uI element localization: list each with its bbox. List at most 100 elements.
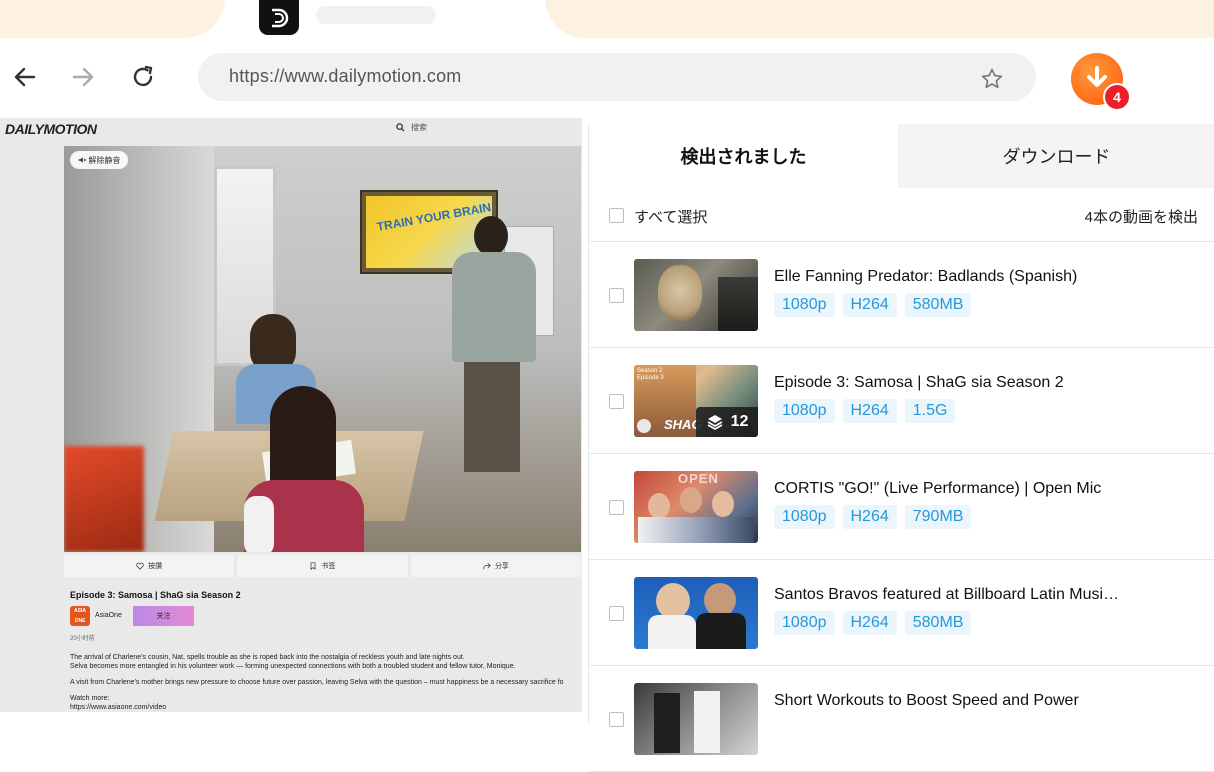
resolution-tag: 1080p <box>774 611 835 635</box>
size-tag: 580MB <box>904 611 972 635</box>
description-line: Selva becomes more entangled in his volu… <box>70 663 516 670</box>
bookmark-star-icon[interactable] <box>980 67 1004 91</box>
video-tags: 1080p H264 580MB <box>774 293 972 317</box>
playlist-count: 12 <box>730 413 749 430</box>
video-tags: 1080p H264 790MB <box>774 505 972 529</box>
forward-button[interactable] <box>68 62 98 92</box>
channel-avatar[interactable]: ASIA ONE <box>70 606 90 626</box>
size-tag: 790MB <box>904 505 972 529</box>
playlist-badge: 12 <box>696 407 758 437</box>
tab-strip <box>0 0 1214 38</box>
site-logo[interactable]: DAILYMOTION <box>5 121 97 137</box>
select-all-row: すべて選択 4本の動画を検出 <box>589 188 1214 242</box>
scene-student-sleeve <box>244 496 274 552</box>
reload-icon <box>133 65 153 87</box>
thumb-figure <box>658 265 702 321</box>
video-title: Episode 3: Samosa | ShaG sia Season 2 <box>774 374 1064 391</box>
video-title: Episode 3: Samosa | ShaG sia Season 2 <box>70 590 241 600</box>
video-thumbnail <box>634 259 758 331</box>
item-checkbox[interactable] <box>609 712 624 727</box>
follow-button[interactable]: 关注 <box>133 606 194 626</box>
url-text[interactable]: https://www.dailymotion.com <box>229 66 461 87</box>
like-label: 按讚 <box>148 563 163 570</box>
thumb-figure <box>654 693 680 753</box>
speaker-muted-icon <box>78 157 86 163</box>
back-button[interactable] <box>10 62 40 92</box>
select-all-checkbox[interactable] <box>609 208 624 223</box>
video-thumbnail <box>634 683 758 755</box>
tab-download[interactable]: ダウンロード <box>898 124 1214 188</box>
scene-person-body <box>452 252 536 362</box>
description-link[interactable]: https://www.asiaone.com/video <box>70 704 166 711</box>
size-tag: 1.5G <box>904 399 956 423</box>
web-page: DAILYMOTION 搜索 TRAIN YOUR BRAIN 解除静音 按讚 … <box>0 118 582 712</box>
heart-icon <box>136 562 144 570</box>
browser-toolbar: https://www.dailymotion.com 4 <box>0 38 1214 118</box>
tab-title-placeholder[interactable] <box>316 6 436 24</box>
site-search[interactable]: 搜索 <box>396 122 427 133</box>
reload-button[interactable] <box>128 62 158 92</box>
codec-tag: H264 <box>842 293 897 317</box>
video-list-item[interactable]: Season 2 Episode 3 SHAG 12 Episode 3: Sa… <box>589 348 1214 454</box>
video-list-item[interactable]: Short Workouts to Boost Speed and Power <box>589 666 1214 772</box>
thumb-small-text: Season 2 Episode 3 <box>637 368 664 381</box>
video-time-ago: 20小时前 <box>70 636 95 642</box>
description-line: The arrival of Charlene's cousin, Nat, s… <box>70 654 465 661</box>
description-line: Watch more: <box>70 695 110 702</box>
channel-row: ASIA ONE AsiaOne 关注 <box>70 606 370 626</box>
share-icon <box>483 562 491 570</box>
item-checkbox[interactable] <box>609 288 624 303</box>
scene-chair <box>64 446 144 552</box>
video-list-item[interactable]: Elle Fanning Predator: Badlands (Spanish… <box>589 242 1214 348</box>
video-thumbnail <box>634 577 758 649</box>
resolution-tag: 1080p <box>774 293 835 317</box>
thumb-channel-dot <box>637 419 651 433</box>
codec-tag: H264 <box>842 611 897 635</box>
thumb-caption: OPEN <box>678 471 719 486</box>
extension-count-badge: 4 <box>1103 83 1131 111</box>
item-checkbox[interactable] <box>609 500 624 515</box>
codec-tag: H264 <box>842 505 897 529</box>
arrow-right-icon <box>72 67 94 87</box>
channel-name[interactable]: AsiaOne <box>95 612 122 619</box>
app-logo-icon[interactable] <box>259 0 299 35</box>
thumb-figure <box>718 277 758 331</box>
like-button[interactable]: 按讚 <box>64 555 235 577</box>
bookmark-button[interactable]: 书签 <box>237 555 408 577</box>
video-list-item[interactable]: OPEN CORTIS "GO!" (Live Performance) | O… <box>589 454 1214 560</box>
item-checkbox[interactable] <box>609 606 624 621</box>
downloader-extension-button[interactable]: 4 <box>1071 53 1131 111</box>
address-bar[interactable]: https://www.dailymotion.com <box>198 53 1036 101</box>
thumb-figure <box>696 613 746 649</box>
panel-tabs: 検出されました ダウンロード <box>589 124 1214 188</box>
thumb-figure <box>656 583 690 619</box>
codec-tag: H264 <box>842 399 897 423</box>
video-player[interactable]: TRAIN YOUR BRAIN <box>64 146 581 552</box>
video-title: Santos Bravos featured at Billboard Lati… <box>774 586 1120 603</box>
select-all-label[interactable]: すべて選択 <box>634 206 707 227</box>
video-thumbnail: OPEN <box>634 471 758 543</box>
video-tags: 1080p H264 1.5G <box>774 399 956 423</box>
scene-person-legs <box>464 362 520 472</box>
search-icon <box>396 123 405 132</box>
tab-strip-decoration <box>0 0 225 38</box>
item-checkbox[interactable] <box>609 394 624 409</box>
size-tag: 580MB <box>904 293 972 317</box>
video-tags: 1080p H264 580MB <box>774 611 972 635</box>
thumb-figure <box>680 487 702 513</box>
video-list-item[interactable]: Santos Bravos featured at Billboard Lati… <box>589 560 1214 666</box>
thumb-figure <box>648 615 696 649</box>
video-description: The arrival of Charlene's cousin, Nat, s… <box>70 653 582 712</box>
arrow-left-icon <box>14 67 36 87</box>
bookmark-label: 书签 <box>321 563 336 570</box>
thumb-figure <box>638 517 754 543</box>
unmute-button[interactable]: 解除静音 <box>70 151 128 169</box>
tab-detected[interactable]: 検出されました <box>589 124 898 188</box>
share-button[interactable]: 分享 <box>410 555 581 577</box>
thumb-figure <box>712 491 734 517</box>
site-search-placeholder: 搜索 <box>411 123 427 132</box>
scene-person <box>444 216 536 476</box>
video-title: Short Workouts to Boost Speed and Power <box>774 692 1079 709</box>
thumb-figure <box>704 583 736 617</box>
video-thumbnail: Season 2 Episode 3 SHAG 12 <box>634 365 758 437</box>
